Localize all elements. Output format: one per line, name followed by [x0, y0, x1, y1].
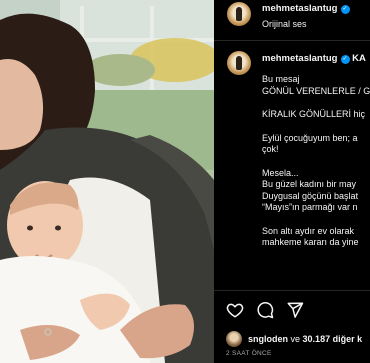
liker-username[interactable]: sngloden — [248, 334, 288, 344]
caption-line: GÖNÜL VERENLERLE / G — [262, 85, 370, 96]
caption-line: Duygusal göçünü başlat — [262, 190, 359, 201]
post-timestamp: 2 SAAT ÖNCE — [226, 350, 272, 357]
caption-line: Eylül çocuğuyum ben; a — [262, 132, 358, 143]
author-username[interactable]: mehmetaslantug ✓ — [262, 3, 350, 14]
caption-line: Mesela... — [262, 167, 299, 178]
share-icon[interactable] — [286, 301, 304, 319]
caption-username[interactable]: mehmetaslantug — [262, 53, 338, 64]
post-details-panel: mehmetaslantug ✓ Orijinal ses mehmetaslan… — [214, 0, 370, 363]
caption-line: “Mayıs”ın parmağı var n — [262, 202, 358, 212]
photo-illustration — [0, 0, 214, 363]
liker-avatar[interactable] — [226, 331, 242, 347]
caption-line: Son altı aydır ev olarak — [262, 225, 355, 236]
post-photo[interactable] — [0, 0, 214, 363]
likes-count[interactable]: 30.187 diğer k — [303, 334, 363, 344]
heart-icon[interactable] — [226, 301, 244, 319]
likes-connector: ve — [290, 334, 301, 344]
caption-header: mehmetaslantug ✓ KA — [262, 53, 366, 64]
likes-summary[interactable]: sngloden ve 30.187 diğer k — [226, 331, 370, 349]
audio-label[interactable]: Orijinal ses — [262, 19, 307, 29]
caption-avatar[interactable] — [227, 51, 251, 75]
caption-title: KA — [352, 53, 366, 64]
verified-badge-icon: ✓ — [340, 5, 350, 14]
caption-line: mahkeme kararı da yine — [262, 237, 359, 247]
verified-badge-icon: ✓ — [340, 55, 350, 64]
action-bar — [214, 290, 370, 331]
caption-body: Bu mesaj GÖNÜL VERENLERLE / G KİRALIK GÖNÜ… — [262, 74, 370, 249]
comment-icon[interactable] — [256, 301, 274, 319]
caption-line: çok! — [262, 144, 279, 154]
caption-line: KİRALIK GÖNÜLLERİ hiç — [262, 109, 366, 119]
caption-line: Bu mesaj — [262, 74, 300, 84]
author-avatar[interactable] — [227, 2, 251, 26]
caption-line: Bu güzel kadını bir may — [262, 179, 357, 189]
post-header: mehmetaslantug ✓ Orijinal ses — [214, 0, 370, 41]
